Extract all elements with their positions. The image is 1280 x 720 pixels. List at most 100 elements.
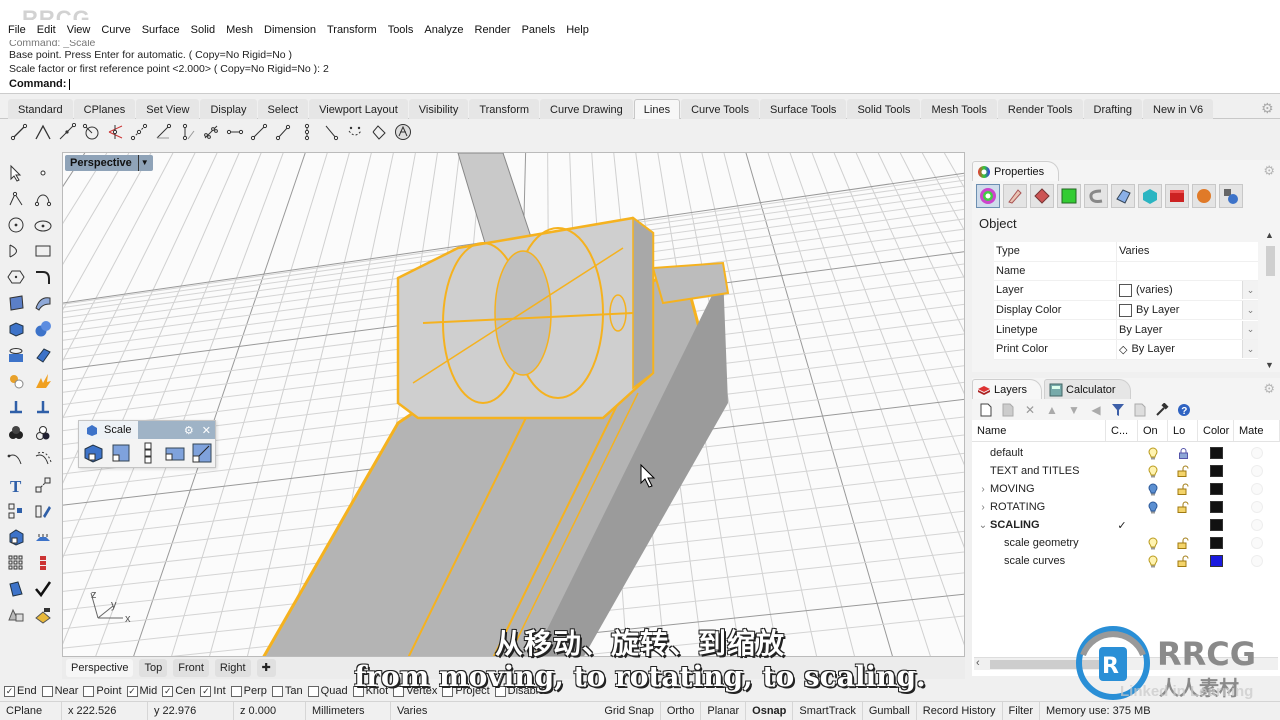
sphere-icon[interactable] [31,318,55,340]
fillet-curve-icon[interactable] [31,266,55,288]
curve-control-points-icon[interactable] [31,188,55,210]
move-out-icon[interactable]: ◀ [1088,402,1104,418]
toggle-filter[interactable]: Filter [1003,702,1040,720]
layer-row[interactable]: scale geometry [972,534,1280,552]
cplane-indicator[interactable]: CPlane [0,702,62,720]
lightbulb-icon[interactable] [1138,536,1168,550]
tab-calculator[interactable]: Calculator [1044,379,1131,399]
circle-icon[interactable] [4,214,28,236]
scale-panel-header-bar[interactable]: ⚙ ✕ [137,421,215,439]
polygon-icon[interactable] [4,266,28,288]
material-dot[interactable] [1251,519,1263,531]
scrollbar-thumb[interactable] [1266,246,1275,276]
tab-visibility[interactable]: Visibility [408,99,469,119]
lightbulb-icon[interactable] [1138,482,1168,496]
menu-file[interactable]: File [8,24,26,36]
menu-mesh[interactable]: Mesh [226,24,253,36]
property-value[interactable]: By Layer [1116,300,1242,320]
layer-display[interactable]: Varies [391,702,537,720]
layer-material-cell[interactable] [1234,501,1280,513]
material-dot[interactable] [1251,555,1263,567]
menu-help[interactable]: Help [566,24,589,36]
layer-material-cell[interactable] [1234,483,1280,495]
displacement-icon[interactable] [1111,184,1135,208]
units-display[interactable]: Millimeters [306,702,391,720]
new-layer-icon[interactable] [978,402,994,418]
gear-icon[interactable]: ⚙ [1263,381,1275,397]
layer-color-cell[interactable] [1198,483,1234,495]
curve-piping-icon[interactable] [1084,184,1108,208]
property-value[interactable]: (varies) [1116,281,1242,300]
material-dot[interactable] [1251,501,1263,513]
sphere-lines-icon[interactable] [392,121,414,143]
toggle-record-history[interactable]: Record History [917,702,1003,720]
unlock-icon[interactable] [1168,483,1198,495]
menu-panels[interactable]: Panels [522,24,556,36]
ellipse-icon[interactable] [31,214,55,236]
layer-color-swatch[interactable] [1209,555,1223,567]
tab-select[interactable]: Select [257,99,309,119]
lock-icon[interactable] [1168,447,1198,459]
toggle-smarttrack[interactable]: SmartTrack [793,702,863,720]
lightbulb-icon[interactable] [1138,446,1168,460]
line-tangent-circle-icon[interactable] [80,121,102,143]
menu-tools[interactable]: Tools [388,24,414,36]
layer-material-cell[interactable] [1234,537,1280,549]
menu-view[interactable]: View [67,24,91,36]
tab-standard[interactable]: Standard [8,99,73,119]
material-icon[interactable] [1003,184,1027,208]
polyline-on-mesh-icon[interactable] [344,121,366,143]
unlock-icon[interactable] [1168,537,1198,549]
layer-row[interactable]: TEXT and TITLES [972,462,1280,480]
layer-color-swatch[interactable] [1209,501,1223,513]
chevron-down-icon[interactable]: ▼ [137,155,149,171]
line-fit-points-icon[interactable] [200,121,222,143]
material-dot[interactable] [1251,537,1263,549]
column-material[interactable]: Mate [1234,420,1280,441]
menu-curve[interactable]: Curve [101,24,130,36]
layer-color-swatch[interactable] [1209,519,1223,531]
perspective-viewport[interactable]: z y x Perspective ▼ [62,152,965,657]
filter-icon[interactable] [1110,402,1126,418]
layer-material-cell[interactable] [1234,465,1280,477]
layer-row[interactable]: › MOVING [972,480,1280,498]
chevron-down-icon[interactable]: ⌄ [976,520,990,531]
gear-icon[interactable]: ⚙ [1261,101,1275,115]
layer-name-cell[interactable]: default [972,447,1106,459]
tab-surface-tools[interactable]: Surface Tools [759,99,847,119]
lock-objects-icon[interactable] [31,422,55,444]
layer-color-cell[interactable] [1198,447,1234,459]
decal-icon[interactable] [1057,184,1081,208]
column-on[interactable]: On [1138,420,1168,441]
array-linear-icon[interactable] [31,552,55,574]
layer-material-cell[interactable] [1234,519,1280,531]
tab-curve-drawing[interactable]: Curve Drawing [540,99,633,119]
scale-by-reference-icon[interactable] [191,442,213,467]
scale-panel-title[interactable]: Scale [79,421,138,439]
layer-row[interactable]: › ROTATING [972,498,1280,516]
array-icon[interactable] [4,552,28,574]
surface-from-points-icon[interactable] [4,292,28,314]
layer-color-cell[interactable] [1198,555,1234,567]
properties-scrollbar[interactable]: ▲ ▼ [1264,230,1276,370]
tab-cplanes[interactable]: CPlanes [73,99,136,119]
scale-floating-toolbar[interactable]: Scale ⚙ ✕ [78,420,216,468]
render-properties-icon[interactable] [1030,184,1054,208]
help-icon[interactable]: ? [1176,402,1192,418]
toggle-osnap[interactable]: Osnap [746,702,794,720]
line-bisector-icon[interactable] [104,121,126,143]
polyline-icon[interactable] [32,121,54,143]
unlock-icon[interactable] [1168,555,1198,567]
polyline-tool-icon[interactable] [4,188,28,210]
close-icon[interactable]: ✕ [202,424,211,437]
line-angled-icon[interactable] [152,121,174,143]
move-down-icon[interactable]: ▼ [1066,402,1082,418]
line-from-midpoint-icon[interactable] [56,121,78,143]
boolean-icon[interactable] [4,370,28,392]
layer-row[interactable]: scale curves [972,552,1280,570]
text-icon[interactable]: T [4,474,28,496]
rectangle-icon[interactable] [31,240,55,262]
lightbulb-icon[interactable] [1138,500,1168,514]
column-color[interactable]: Color [1198,420,1234,441]
line-tangent-icon[interactable] [248,121,270,143]
